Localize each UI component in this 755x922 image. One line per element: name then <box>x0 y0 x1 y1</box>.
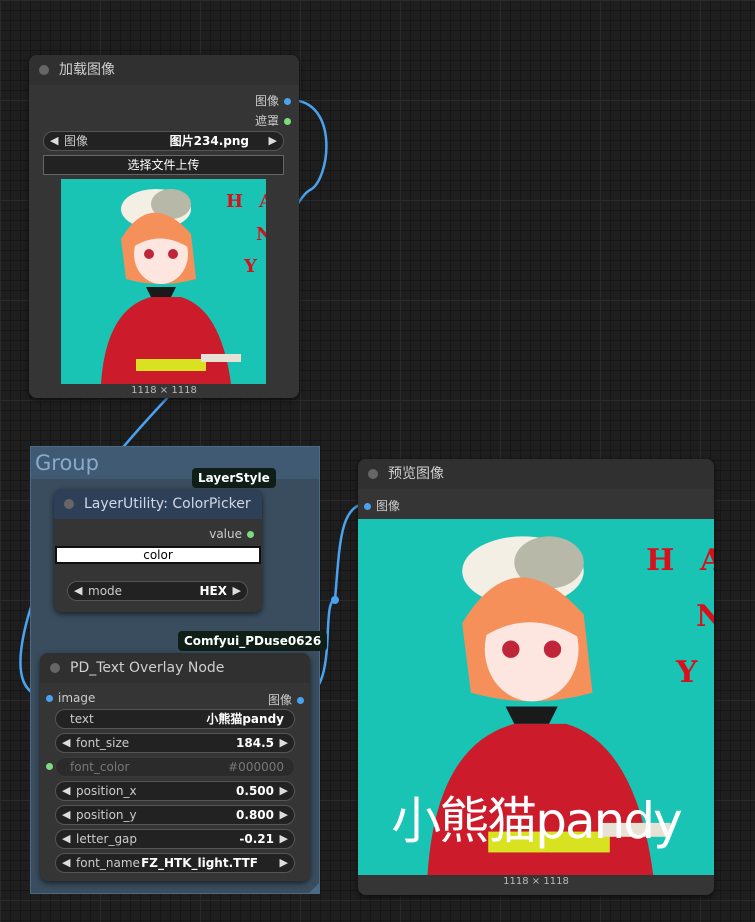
node-status-dot <box>368 469 378 479</box>
image-output-pin[interactable] <box>297 697 304 704</box>
node-status-dot <box>50 663 60 673</box>
increment-arrow-icon[interactable]: ▶ <box>280 830 288 848</box>
output-value-label: value <box>209 527 242 541</box>
text-overlay-node[interactable]: PD_Text Overlay Node image 图像 text 小熊猫pa… <box>40 653 310 881</box>
position-y-label: position_y <box>76 808 137 822</box>
next-arrow-icon[interactable]: ▶ <box>269 132 277 150</box>
node-status-dot <box>64 499 74 509</box>
node-status-dot <box>39 65 49 75</box>
image-letter-h: H <box>226 191 244 212</box>
image-combo-label: 图像 <box>64 134 89 148</box>
font-color-field[interactable]: font_color #000000 <box>55 757 295 777</box>
next-arrow-icon[interactable]: ▶ <box>233 582 241 600</box>
text-value: 小熊猫pandy <box>206 712 284 726</box>
image-pin[interactable] <box>284 98 291 105</box>
increment-arrow-icon[interactable]: ▶ <box>280 806 288 824</box>
text-overlay-title: PD_Text Overlay Node <box>70 660 225 676</box>
loaded-image-preview: H A N Y <box>61 179 266 384</box>
preview-output-image: H A N Y 小熊猫pandy <box>358 519 714 875</box>
image-size-label: 1118 × 1118 <box>131 385 197 396</box>
text-label: text <box>70 712 94 726</box>
color-field-label: color <box>143 548 173 562</box>
output-value-slot[interactable]: value <box>209 527 254 541</box>
preview-input-label: 图像 <box>376 499 401 513</box>
input-image-slot[interactable]: 图像 <box>364 497 400 514</box>
node-title-bar[interactable]: 预览图像 <box>358 459 714 489</box>
position-x-value: 0.500 <box>236 784 274 798</box>
image-input-pin[interactable] <box>364 503 371 510</box>
mode-combo[interactable]: ◀ mode HEX ▶ <box>67 581 248 601</box>
image-letter-a: A <box>259 191 266 212</box>
font-color-value: #000000 <box>228 760 284 774</box>
image-select-combo[interactable]: ◀ 图像 图片234.png ▶ <box>43 131 284 151</box>
wire-reroute-dot <box>331 596 339 604</box>
preview-letter-a: A <box>700 543 714 578</box>
font-color-input-pin[interactable] <box>46 763 53 770</box>
preview-letter-h: H <box>646 543 675 578</box>
font-color-label: font_color <box>70 760 130 774</box>
node-title-bar[interactable]: PD_Text Overlay Node <box>40 653 310 683</box>
prev-arrow-icon[interactable]: ◀ <box>50 132 58 150</box>
increment-arrow-icon[interactable]: ▶ <box>280 734 288 752</box>
color-swatch-field[interactable]: color <box>55 546 261 564</box>
decrement-arrow-icon[interactable]: ◀ <box>62 782 70 800</box>
font-size-label: font_size <box>76 736 130 750</box>
output-image-slot[interactable]: 图像 <box>268 691 304 708</box>
input-image-label: image <box>58 691 96 705</box>
output-image-label: 图像 <box>254 94 279 108</box>
next-arrow-icon[interactable]: ▶ <box>280 854 288 872</box>
upload-file-button[interactable]: 选择文件上传 <box>43 155 284 175</box>
node-title-bar[interactable]: 加载图像 <box>29 55 299 85</box>
letter-gap-value: -0.21 <box>239 832 274 846</box>
letter-gap-stepper[interactable]: ◀ letter_gap -0.21 ▶ <box>55 829 295 849</box>
node-title-bar[interactable]: LayerUtility: ColorPicker <box>54 489 262 519</box>
image-combo-value: 图片234.png <box>169 134 249 148</box>
position-y-value: 0.800 <box>236 808 274 822</box>
preview-letter-n: N <box>696 599 714 634</box>
pduse-badge: Comfyui_PDuse0626 <box>178 631 328 651</box>
prev-arrow-icon[interactable]: ◀ <box>74 582 82 600</box>
color-picker-title: LayerUtility: ColorPicker <box>84 496 251 512</box>
value-pin[interactable] <box>247 531 254 538</box>
font-name-value: FZ_HTK_light.TTF <box>141 856 258 870</box>
preview-letter-y: Y <box>676 655 698 690</box>
decrement-arrow-icon[interactable]: ◀ <box>62 806 70 824</box>
preview-image-node[interactable]: 预览图像 图像 H A N Y 小熊猫pandy 1118 × 1118 <box>358 459 714 895</box>
preview-image-title: 预览图像 <box>388 466 444 482</box>
mode-value: HEX <box>199 584 228 598</box>
font-size-stepper[interactable]: ◀ font_size 184.5 ▶ <box>55 733 295 753</box>
mode-label: mode <box>88 584 123 598</box>
group-title[interactable]: Group <box>31 447 319 479</box>
load-image-title: 加载图像 <box>59 62 115 78</box>
color-picker-node[interactable]: LayerUtility: ColorPicker value color ◀ … <box>54 489 262 612</box>
input-image-slot[interactable]: image <box>46 691 95 705</box>
image-letter-n: N <box>256 224 266 245</box>
letter-gap-label: letter_gap <box>76 832 138 846</box>
position-y-stepper[interactable]: ◀ position_y 0.800 ▶ <box>55 805 295 825</box>
overlay-text: 小熊猫pandy <box>391 792 682 850</box>
output-mask-label: 遮罩 <box>254 114 279 128</box>
position-x-stepper[interactable]: ◀ position_x 0.500 ▶ <box>55 781 295 801</box>
font-name-label: font_name <box>76 856 140 870</box>
output-image-label: 图像 <box>267 693 292 707</box>
output-image-slot[interactable]: 图像 <box>255 92 291 109</box>
image-letter-y: Y <box>244 256 257 277</box>
image-input-pin[interactable] <box>46 695 53 702</box>
position-x-label: position_x <box>76 784 137 798</box>
font-size-value: 184.5 <box>236 736 274 750</box>
load-image-node[interactable]: 加载图像 图像 遮罩 ◀ 图像 图片234.png ▶ 选择文件上传 H A N… <box>29 55 299 398</box>
group-resize-handle[interactable] <box>309 883 319 893</box>
increment-arrow-icon[interactable]: ▶ <box>280 782 288 800</box>
decrement-arrow-icon[interactable]: ◀ <box>62 830 70 848</box>
mask-pin[interactable] <box>284 118 291 125</box>
preview-size-label: 1118 × 1118 <box>503 876 569 887</box>
layerstyle-badge: LayerStyle <box>192 468 276 488</box>
text-field[interactable]: text 小熊猫pandy <box>55 709 295 729</box>
prev-arrow-icon[interactable]: ◀ <box>62 854 70 872</box>
decrement-arrow-icon[interactable]: ◀ <box>62 734 70 752</box>
font-name-combo[interactable]: ◀ font_name FZ_HTK_light.TTF ▶ <box>55 853 295 873</box>
output-mask-slot[interactable]: 遮罩 <box>255 112 291 129</box>
